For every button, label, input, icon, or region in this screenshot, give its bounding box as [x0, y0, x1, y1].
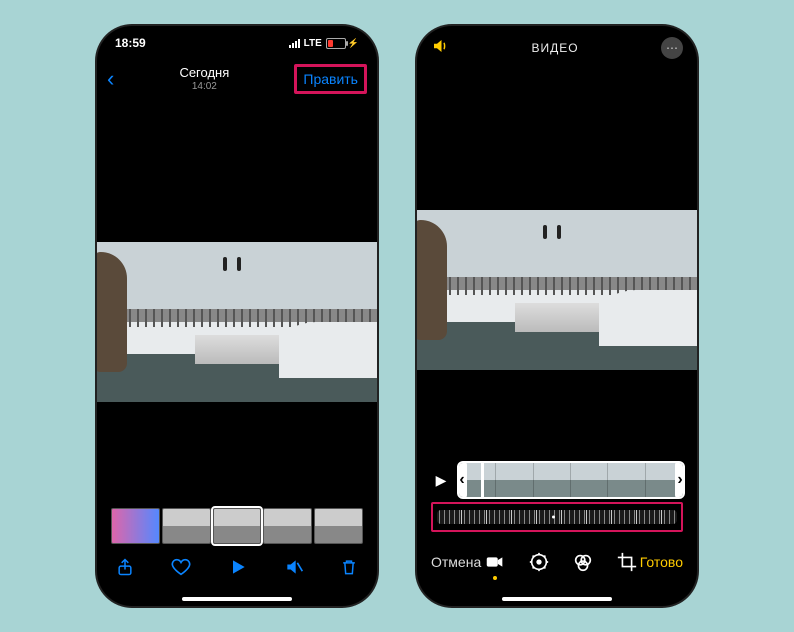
play-icon[interactable] — [228, 557, 248, 583]
charging-icon: ⚡ — [348, 38, 359, 49]
trim-handle-left[interactable] — [457, 461, 467, 499]
video-preview[interactable] — [97, 242, 377, 402]
video-preview-edit[interactable] — [417, 210, 697, 370]
sound-icon[interactable] — [431, 37, 449, 60]
video-frame — [97, 242, 377, 402]
status-indicators: LTE ⚡ — [289, 38, 359, 49]
phone-view-edit: ВИДЕО ⋯ ▶ Отмена — [417, 26, 697, 606]
crop-icon[interactable] — [616, 551, 638, 573]
favorite-icon[interactable] — [170, 556, 192, 584]
title-center: Сегодня 14:02 — [179, 65, 229, 93]
home-indicator[interactable] — [182, 597, 292, 601]
home-indicator[interactable] — [502, 597, 612, 601]
phone-view-gallery: 18:59 LTE ⚡ ‹ Сегодня 14:02 Править — [97, 26, 377, 606]
thumbnail[interactable] — [111, 508, 160, 544]
thumbnail[interactable] — [263, 508, 312, 544]
page-title: Сегодня — [179, 65, 229, 80]
trim-handle-right[interactable] — [675, 461, 685, 499]
battery-icon — [326, 38, 346, 49]
adjust-icon[interactable] — [528, 551, 550, 573]
trim-timeline[interactable]: ▶ — [429, 462, 685, 498]
play-icon[interactable]: ▶ — [429, 463, 453, 497]
adjustment-ruler[interactable] — [431, 502, 683, 532]
ruler-indicator — [552, 516, 555, 519]
ruler-scale[interactable] — [437, 510, 677, 524]
video-mode-icon[interactable] — [484, 551, 506, 573]
playhead[interactable] — [481, 461, 484, 499]
bottom-toolbar — [97, 548, 377, 592]
video-frame — [417, 210, 697, 370]
thumbnail[interactable] — [314, 508, 363, 544]
thumbnail-selected[interactable] — [213, 508, 262, 544]
network-label: LTE — [304, 38, 322, 49]
edit-top-bar: ВИДЕО ⋯ — [417, 26, 697, 70]
more-icon[interactable]: ⋯ — [661, 37, 683, 59]
done-button[interactable]: Готово — [640, 554, 683, 570]
signal-icon — [289, 39, 300, 48]
clock: 18:59 — [115, 36, 146, 50]
trim-track[interactable] — [457, 461, 685, 499]
title-bar: ‹ Сегодня 14:02 Править — [97, 60, 377, 102]
edit-button[interactable]: Править — [294, 64, 367, 94]
cancel-button[interactable]: Отмена — [431, 554, 481, 570]
page-subtitle: 14:02 — [179, 81, 229, 93]
back-button[interactable]: ‹ — [107, 66, 114, 92]
edit-bottom-bar: Отмена Готово — [417, 540, 697, 584]
filters-icon[interactable] — [572, 551, 594, 573]
edit-mode-icons — [484, 551, 638, 573]
mute-icon[interactable] — [284, 557, 304, 583]
trash-icon[interactable] — [339, 557, 359, 583]
share-icon[interactable] — [115, 557, 135, 583]
thumbnail[interactable] — [162, 508, 211, 544]
status-bar: 18:59 LTE ⚡ — [97, 26, 377, 60]
edit-title: ВИДЕО — [531, 41, 578, 55]
thumbnail-strip[interactable] — [111, 508, 363, 544]
